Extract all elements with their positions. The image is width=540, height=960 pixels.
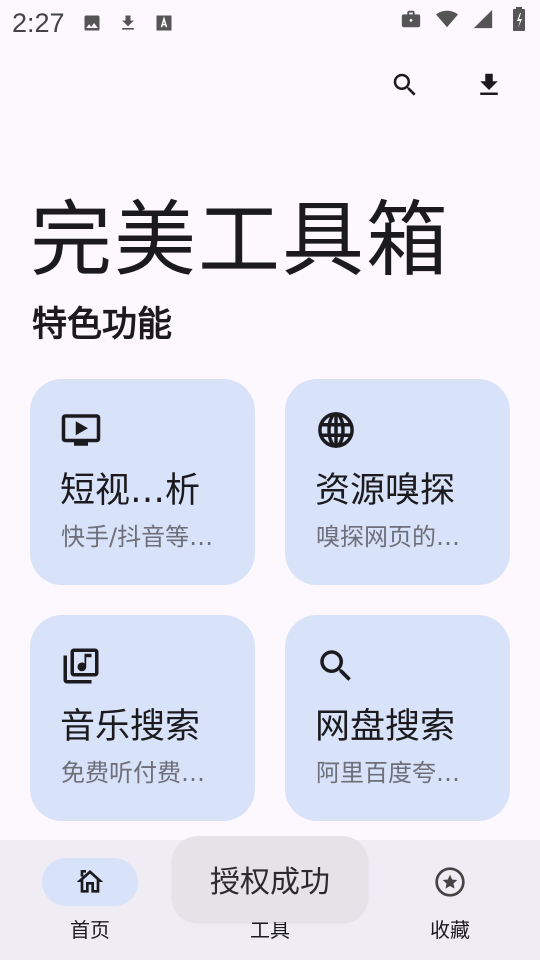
nav-label: 首页 (70, 918, 110, 942)
nav-pill (42, 858, 138, 906)
search-button[interactable] (382, 62, 428, 108)
tv-play-icon (60, 409, 102, 451)
wifi-icon (436, 8, 458, 30)
home-icon (76, 870, 104, 893)
card-resource-sniff[interactable]: 资源嗅探 嗅探网页的… (285, 379, 510, 585)
nav-item-home[interactable]: 首页 (0, 840, 180, 960)
toast-message: 授权成功 (172, 836, 368, 922)
section-title: 特色功能 (32, 305, 173, 345)
search-icon (315, 645, 357, 687)
card-subtitle: 免费听付费… (61, 759, 205, 787)
signal-icon (472, 8, 494, 30)
status-left-icons (81, 12, 175, 34)
nav-pill (402, 858, 498, 906)
search-icon (393, 73, 416, 96)
card-subtitle: 阿里百度夸… (316, 759, 460, 787)
image-icon (81, 12, 103, 34)
music-library-icon (60, 645, 102, 687)
app-title: 完美工具箱 (30, 193, 451, 288)
top-actions (382, 62, 512, 108)
card-title: 资源嗅探 (315, 471, 456, 511)
status-time: 2:27 (12, 7, 65, 38)
status-right-icons (400, 7, 530, 31)
card-subtitle: 嗅探网页的… (316, 523, 460, 551)
nav-label: 收藏 (430, 918, 470, 942)
card-title: 音乐搜索 (60, 707, 201, 747)
download-icon (117, 12, 139, 34)
battery-icon (508, 7, 530, 31)
card-netdisk-search[interactable]: 网盘搜索 阿里百度夸… (285, 615, 510, 821)
nav-item-favorites[interactable]: 收藏 (360, 840, 540, 960)
card-title: 网盘搜索 (315, 707, 456, 747)
card-music-search[interactable]: 音乐搜索 免费听付费… (30, 615, 255, 821)
briefcase-icon (400, 8, 422, 30)
download-button[interactable] (466, 62, 512, 108)
font-icon (153, 12, 175, 34)
globe-icon (315, 409, 357, 451)
card-short-video[interactable]: 短视…析 快手/抖音等… (30, 379, 255, 585)
status-bar: 2:27 (0, 0, 540, 46)
card-subtitle: 快手/抖音等… (61, 523, 214, 551)
star-icon (435, 867, 465, 897)
card-title: 短视…析 (60, 471, 201, 511)
download-icon (480, 73, 498, 95)
